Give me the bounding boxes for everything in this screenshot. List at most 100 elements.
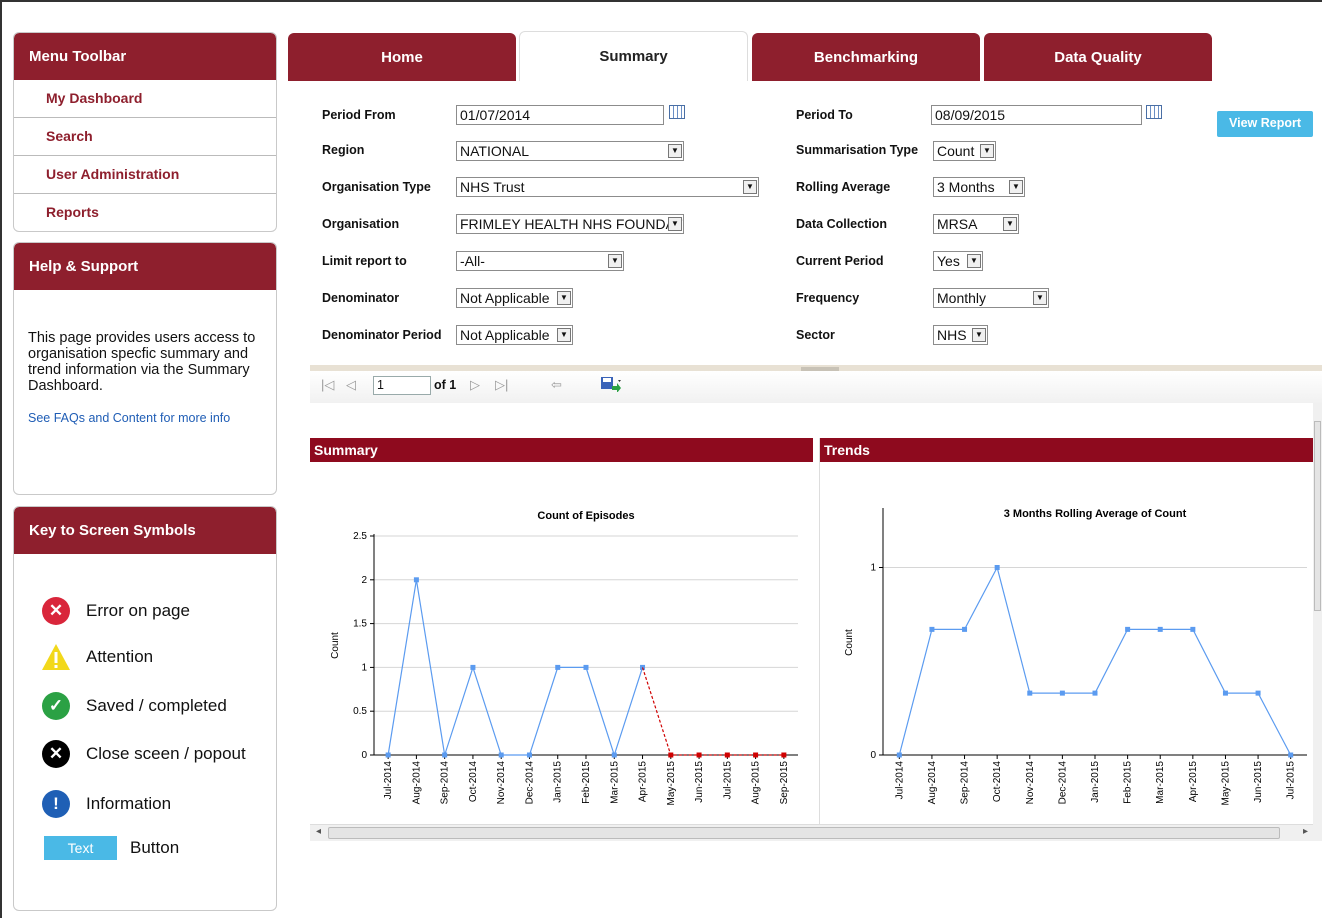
faq-link[interactable]: See FAQs and Content for more info — [28, 411, 230, 425]
horizontal-scroll-thumb[interactable] — [328, 827, 1280, 839]
key-row-close: ✕ Close sceen / popout — [42, 739, 246, 769]
scroll-right-icon[interactable]: ▸ — [1303, 826, 1308, 837]
close-icon: ✕ — [42, 740, 70, 768]
chevron-down-icon: ▼ — [967, 254, 981, 268]
sector-select[interactable]: NHS ▼ — [933, 325, 988, 345]
period-from-input[interactable]: 01/07/2014 — [456, 105, 664, 125]
data-point — [611, 752, 617, 758]
chevron-down-icon: ▼ — [557, 291, 571, 305]
x-tick-label: Jun-2015 — [694, 761, 705, 803]
y-tick-label: 0.5 — [353, 706, 367, 717]
denominator-select[interactable]: Not Applicable ▼ — [456, 288, 573, 308]
back-icon[interactable]: ⇦ — [551, 377, 562, 393]
x-tick-label: Feb-2015 — [581, 761, 592, 804]
help-support-panel: Help & Support This page provides users … — [13, 242, 277, 495]
tab-summary[interactable]: Summary — [519, 31, 748, 81]
rolling-average-value: 3 Months — [937, 179, 995, 195]
y-axis-label: Count — [330, 632, 341, 659]
x-tick-label: Oct-2014 — [468, 761, 479, 803]
limit-report-label: Limit report to — [322, 254, 407, 268]
data-point — [498, 752, 504, 758]
limit-report-select[interactable]: -All- ▼ — [456, 251, 624, 271]
menu-toolbar-panel: Menu Toolbar My Dashboard Search User Ad… — [13, 32, 277, 232]
chart-title: 3 Months Rolling Average of Count — [1004, 508, 1187, 520]
scroll-left-icon[interactable]: ◂ — [316, 826, 321, 837]
vertical-scrollbar[interactable] — [1313, 403, 1322, 840]
x-tick-label: Mar-2015 — [609, 761, 620, 804]
period-from-calendar-icon[interactable] — [669, 105, 685, 119]
page-count: of 1 — [434, 378, 457, 392]
frequency-value: Monthly — [937, 290, 987, 306]
x-tick-label: Apr-2015 — [638, 761, 649, 803]
menu-item-my-dashboard[interactable]: My Dashboard — [14, 80, 276, 118]
data-point — [1157, 626, 1163, 632]
summarisation-type-select[interactable]: Count ▼ — [933, 141, 996, 161]
next-page-icon[interactable]: ▷ — [470, 377, 480, 393]
y-tick-label: 1 — [361, 662, 367, 673]
key-label-information: Information — [86, 794, 172, 813]
x-tick-label: Jan-2015 — [553, 761, 564, 803]
error-icon: ✕ — [42, 597, 70, 625]
menu-item-search[interactable]: Search — [14, 118, 276, 156]
horizontal-scrollbar[interactable]: ◂ ▸ — [310, 824, 1322, 841]
chevron-down-icon: ▼ — [557, 328, 571, 342]
organisation-select[interactable]: FRIMLEY HEALTH NHS FOUNDATION TRUST▼ — [456, 214, 684, 234]
period-to-label: Period To — [796, 108, 853, 122]
chart-title: Count of Episodes — [537, 510, 634, 522]
first-page-icon[interactable]: |◁ — [321, 377, 334, 393]
menu-item-user-administration[interactable]: User Administration — [14, 156, 276, 194]
limit-report-value: -All- — [460, 253, 485, 269]
data-point — [470, 664, 476, 670]
key-row-button: Text Button — [44, 833, 179, 863]
organisation-type-select[interactable]: NHS Trust ▼ — [456, 177, 759, 197]
tab-home[interactable]: Home — [288, 33, 516, 81]
y-tick-label: 2.5 — [353, 531, 367, 542]
chevron-down-icon: ▼ — [972, 328, 986, 342]
frequency-label: Frequency — [796, 291, 860, 305]
x-tick-label: Jul-2015 — [722, 761, 733, 800]
period-to-input[interactable]: 08/09/2015 — [931, 105, 1142, 125]
x-tick-label: May-2015 — [666, 761, 677, 806]
tab-data-quality[interactable]: Data Quality — [984, 33, 1212, 81]
region-select[interactable]: NATIONAL ▼ — [456, 141, 684, 161]
summary-chart: Count of Episodes Count 0 0.5 1 1.5 2 2.5 Jul-20… — [330, 510, 798, 806]
previous-page-icon[interactable]: ◁ — [346, 377, 356, 393]
vertical-scroll-thumb[interactable] — [1314, 421, 1321, 611]
region-value: NATIONAL — [460, 143, 529, 159]
summary-chart-panel: Summary Count of Episodes Count 0 0.5 1 1.5 2 2… — [310, 438, 813, 824]
current-period-select[interactable]: Yes ▼ — [933, 251, 983, 271]
y-axis-label: Count — [844, 629, 855, 656]
key-row-saved: ✓ Saved / completed — [42, 691, 227, 721]
series-line — [898, 565, 1292, 756]
last-page-icon[interactable]: ▷| — [495, 377, 508, 393]
x-tick-label: Jul-2015 — [1286, 761, 1297, 800]
denominator-period-label: Denominator Period — [322, 328, 442, 342]
denominator-value: Not Applicable — [460, 290, 550, 306]
chevron-down-icon: ▼ — [668, 217, 682, 231]
menu-toolbar-title: Menu Toolbar — [14, 33, 276, 80]
data-point — [526, 752, 532, 758]
chevron-down-icon: ▼ — [608, 254, 622, 268]
data-point — [385, 752, 391, 758]
info-icon: ! — [42, 790, 70, 818]
save-export-icon[interactable] — [600, 376, 622, 392]
x-tick-label: Sep-2014 — [960, 761, 971, 805]
chevron-down-icon: ▼ — [1033, 291, 1047, 305]
data-collection-select[interactable]: MRSA ▼ — [933, 214, 1019, 234]
period-to-calendar-icon[interactable] — [1146, 105, 1162, 119]
x-tick-label: Dec-2014 — [1057, 761, 1068, 805]
denominator-period-select[interactable]: Not Applicable ▼ — [456, 325, 573, 345]
menu-item-reports[interactable]: Reports — [14, 194, 276, 231]
view-report-button[interactable]: View Report — [1217, 111, 1313, 137]
chevron-down-icon: ▼ — [668, 144, 682, 158]
page-number-input[interactable]: 1 — [373, 376, 431, 395]
tab-benchmarking[interactable]: Benchmarking — [752, 33, 980, 81]
organisation-value: FRIMLEY HEALTH NHS FOUNDATION TRUST — [460, 216, 683, 232]
x-tick-label: Apr-2015 — [1188, 761, 1199, 803]
frequency-select[interactable]: Monthly ▼ — [933, 288, 1049, 308]
data-point — [696, 752, 702, 758]
key-label-attention: Attention — [86, 647, 154, 666]
x-tick-label: Sep-2014 — [440, 761, 451, 805]
rolling-average-select[interactable]: 3 Months ▼ — [933, 177, 1025, 197]
data-point — [1059, 690, 1065, 696]
